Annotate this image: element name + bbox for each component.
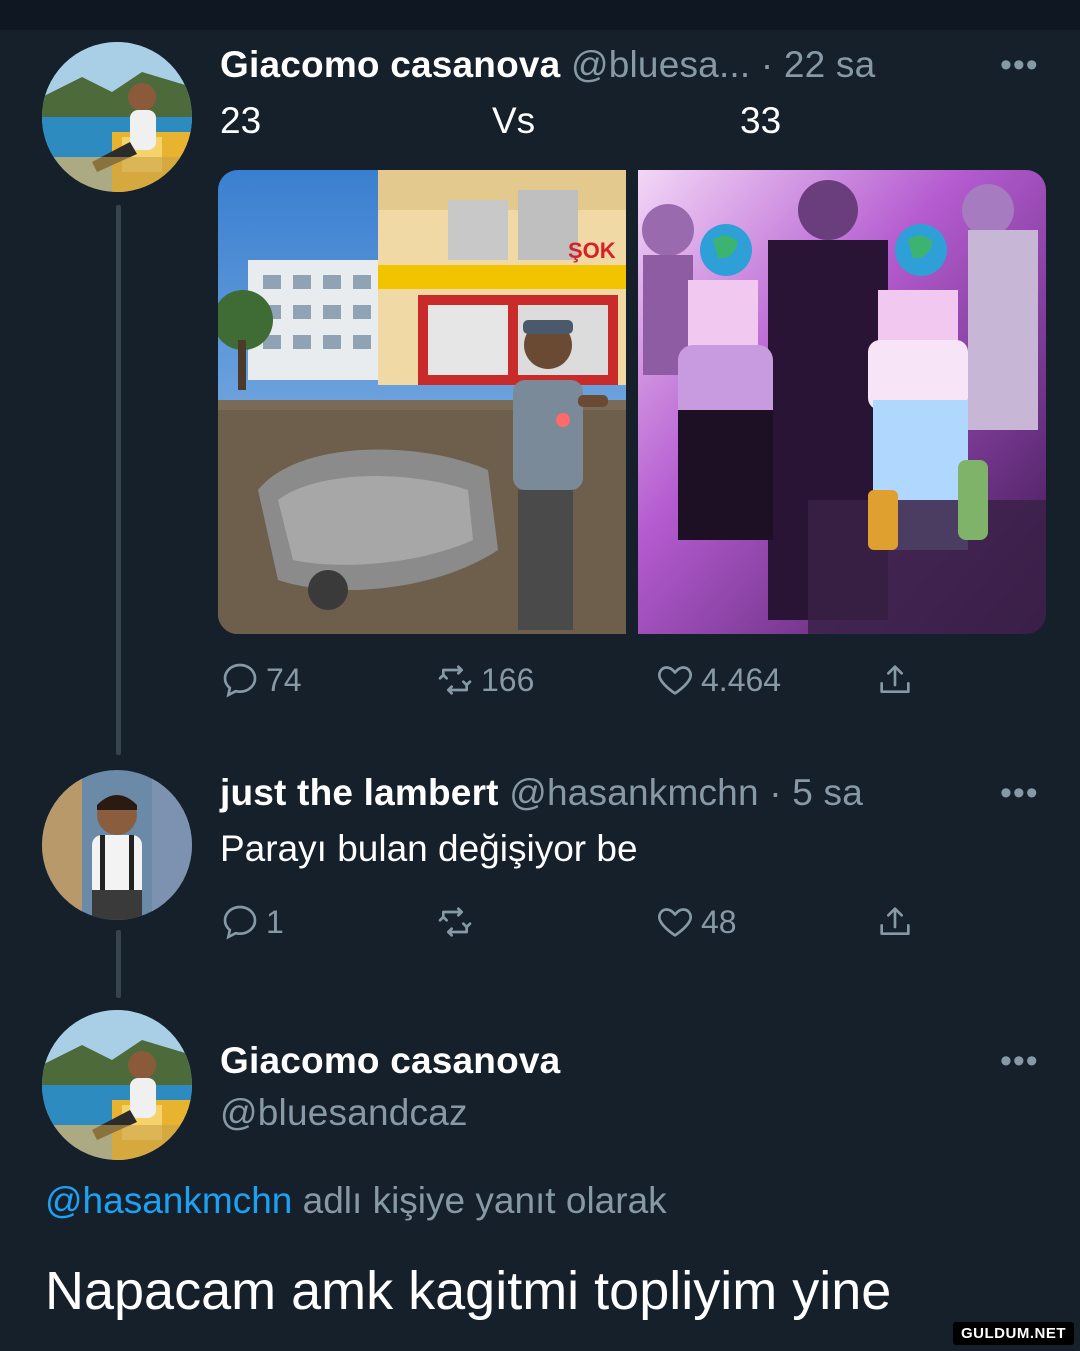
- like-button[interactable]: 48: [655, 902, 737, 942]
- tweet-text-left: 23: [220, 100, 262, 141]
- retweet-button[interactable]: 166: [435, 660, 534, 700]
- author-name[interactable]: Giacomo casanova: [220, 44, 560, 85]
- reply-mention-link[interactable]: @hasankmchn: [45, 1180, 292, 1221]
- retweet-icon: [438, 907, 472, 937]
- share-icon: [880, 907, 910, 935]
- reply-count: 1: [266, 903, 284, 940]
- tweet-actions: 74 166 4.464: [220, 660, 940, 704]
- heart-icon: [658, 908, 692, 937]
- like-button[interactable]: 4.464: [655, 660, 781, 700]
- media-photo-right[interactable]: [638, 170, 1046, 634]
- author-name[interactable]: just the lambert: [220, 772, 499, 813]
- avatar[interactable]: [42, 1010, 192, 1160]
- author-line: just the lambert @hasankmchn · 5 sa: [220, 772, 863, 814]
- photo-party-icon: [638, 170, 1046, 634]
- retweet-button[interactable]: [435, 902, 481, 942]
- avatar[interactable]: [42, 42, 192, 192]
- tweet-text-middle: Vs: [492, 100, 536, 141]
- like-count: 4.464: [701, 661, 782, 698]
- reply-context: @hasankmchn adlı kişiye yanıt olarak: [45, 1180, 667, 1222]
- watermark: GULDUM.NET: [953, 1322, 1074, 1345]
- avatar-photo-icon: [42, 42, 192, 192]
- timestamp[interactable]: · 5 sa: [769, 772, 863, 813]
- reply-count: 74: [266, 661, 302, 698]
- reply-icon: [223, 663, 257, 698]
- reply-button[interactable]: 74: [220, 660, 302, 700]
- svg-text:ŞOK: ŞOK: [568, 238, 616, 263]
- share-button[interactable]: [875, 660, 915, 700]
- reply-button[interactable]: 1: [220, 902, 284, 942]
- avatar-photo-icon: [42, 770, 192, 920]
- author-handle[interactable]: @bluesa...: [571, 44, 750, 85]
- like-count: 48: [701, 903, 737, 940]
- more-options-icon[interactable]: •••: [1000, 48, 1039, 82]
- author-handle[interactable]: @hasankmchn: [509, 772, 759, 813]
- reply-context-text: adlı kişiye yanıt olarak: [302, 1180, 667, 1221]
- avatar-photo-icon: [42, 1010, 192, 1160]
- author-line: Giacomo casanova @bluesa... · 22 sa: [220, 44, 875, 86]
- media-photo-left[interactable]: ŞOK: [218, 170, 626, 634]
- more-options-icon[interactable]: •••: [1000, 1044, 1039, 1078]
- tweet-text-right: 33: [740, 100, 782, 141]
- reply-icon: [223, 905, 257, 940]
- retweet-icon: [438, 665, 472, 695]
- tweet-actions: 1 48: [220, 902, 940, 946]
- more-options-icon[interactable]: •••: [1000, 776, 1039, 810]
- photo-street-icon: ŞOK: [218, 170, 626, 634]
- author-handle[interactable]: @bluesandcaz: [220, 1092, 468, 1134]
- top-bar: [0, 0, 1080, 30]
- share-icon: [880, 665, 910, 693]
- tweet-text: Napacam amk kagitmi topliyim yine: [45, 1261, 892, 1321]
- author-name[interactable]: Giacomo casanova: [220, 1040, 560, 1082]
- heart-icon: [658, 666, 692, 695]
- timestamp[interactable]: · 22 sa: [761, 44, 876, 85]
- media-grid[interactable]: ŞOK: [218, 170, 1046, 634]
- thread-line-1: [116, 205, 121, 755]
- avatar[interactable]: [42, 770, 192, 920]
- share-button[interactable]: [875, 902, 915, 942]
- tweet-text: Parayı bulan değişiyor be: [220, 828, 638, 869]
- thread-line-2: [116, 930, 121, 998]
- retweet-count: 166: [481, 661, 535, 698]
